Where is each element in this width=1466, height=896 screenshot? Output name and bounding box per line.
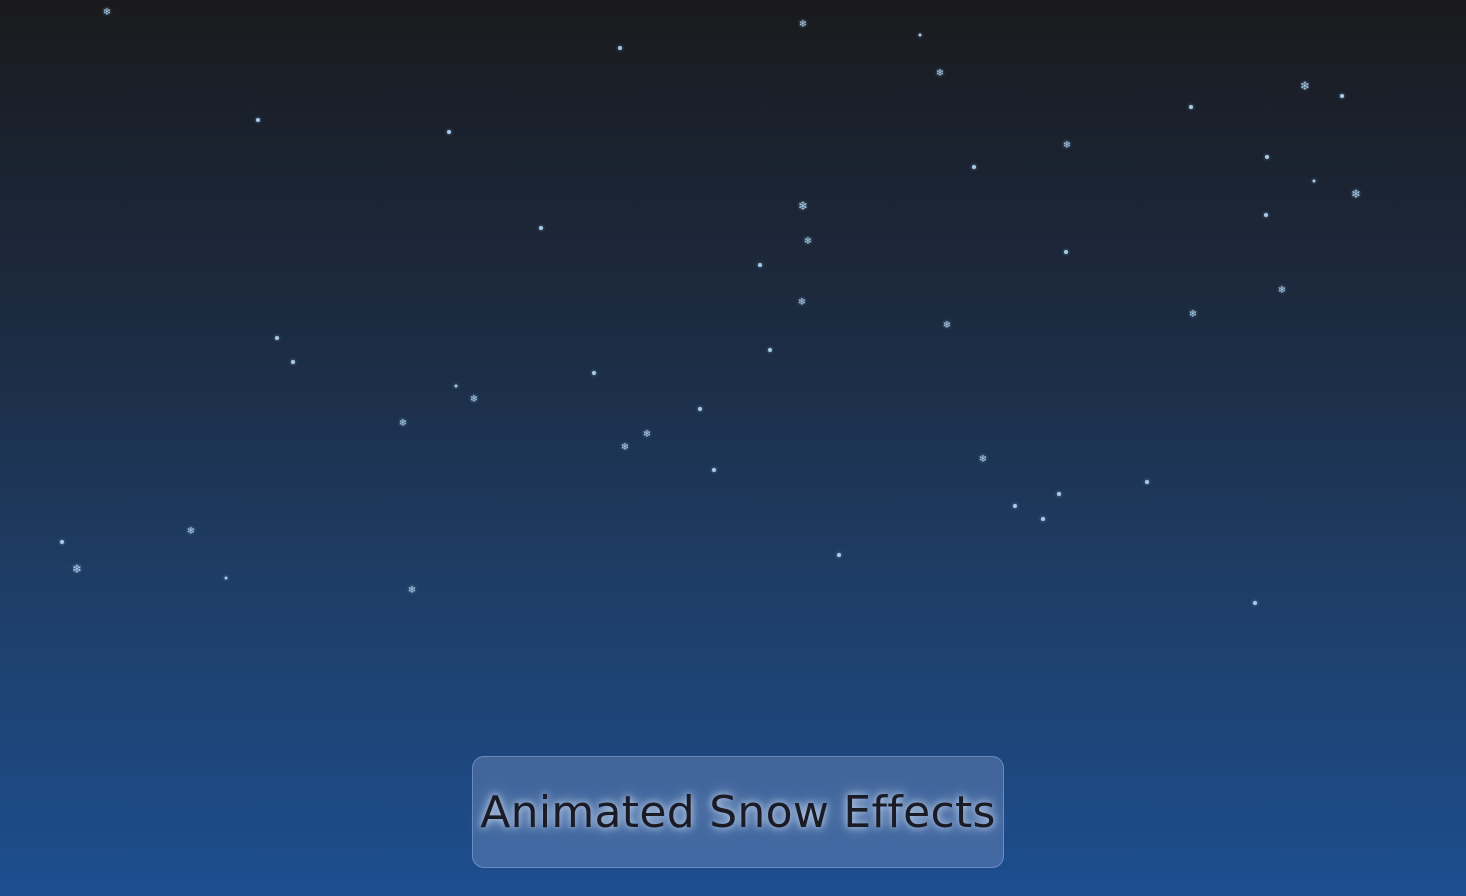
- snowflake-icon: [618, 46, 622, 50]
- snowflake-icon: [1312, 179, 1316, 183]
- snowflake-icon: ❄: [935, 68, 945, 79]
- snowflake-icon: ❄: [1188, 309, 1198, 320]
- page-title: Animated Snow Effects: [480, 786, 996, 838]
- snowflake-icon: ❄: [469, 394, 479, 405]
- title-card: Animated Snow Effects: [472, 756, 1004, 868]
- snowflake-icon: [1264, 213, 1268, 217]
- snowflake-icon: [454, 384, 458, 388]
- snowflake-icon: [60, 540, 64, 544]
- snowflake-icon: [972, 165, 976, 169]
- snowflake-icon: ❄: [642, 429, 652, 440]
- snowflake-icon: ❄: [797, 297, 807, 308]
- snowflake-icon: [275, 336, 279, 340]
- snowflake-icon: ❄: [803, 236, 813, 247]
- snowflake-icon: [1189, 105, 1193, 109]
- snowflake-icon: ❄: [102, 7, 112, 18]
- snowflake-icon: [1013, 504, 1017, 508]
- snowflake-icon: [837, 553, 841, 557]
- snowflake-icon: [1064, 250, 1068, 254]
- snowflake-icon: [291, 360, 295, 364]
- snowflake-icon: [918, 33, 922, 37]
- snowflake-icon: [1340, 94, 1344, 98]
- snowflake-icon: [768, 348, 772, 352]
- snowflake-icon: ❄: [398, 418, 408, 429]
- snowflake-icon: ❄: [978, 454, 988, 465]
- snowflake-icon: ❄: [942, 320, 952, 331]
- snowflake-icon: ❄: [1062, 140, 1072, 151]
- snowflake-icon: [1253, 601, 1257, 605]
- snowflake-icon: ❄: [1277, 285, 1287, 296]
- snowflake-icon: [224, 576, 228, 580]
- snowflake-icon: ❄: [71, 562, 83, 576]
- snowflake-icon: ❄: [407, 585, 417, 596]
- snowflake-icon: ❄: [1350, 187, 1362, 201]
- snowflake-icon: ❄: [797, 199, 809, 213]
- snowflake-icon: ❄: [186, 526, 196, 537]
- snowflake-icon: [1041, 517, 1045, 521]
- snowflake-icon: [447, 130, 451, 134]
- snow-scene: ❄ ❄ ❄ ❄ ❄ ❄ ❄ ❄ ❄ ❄ ❄ ❄ ❄ ❄ ❄ ❄ ❄ ❄ ❄ ❄ Animated Snow Effec…: [0, 0, 1466, 896]
- snowflake-icon: [1145, 480, 1149, 484]
- snowflake-icon: ❄: [620, 442, 630, 453]
- snowflake-icon: [758, 263, 762, 267]
- snowflake-icon: [1057, 492, 1061, 496]
- snowflake-icon: [592, 371, 596, 375]
- snowflake-icon: [539, 226, 543, 230]
- snowflake-icon: [712, 468, 716, 472]
- snowflake-icon: ❄: [798, 19, 808, 30]
- snowflake-icon: [256, 118, 260, 122]
- snowflake-icon: [698, 407, 702, 411]
- snowflake-icon: ❄: [1299, 79, 1311, 93]
- snowflake-icon: [1265, 155, 1269, 159]
